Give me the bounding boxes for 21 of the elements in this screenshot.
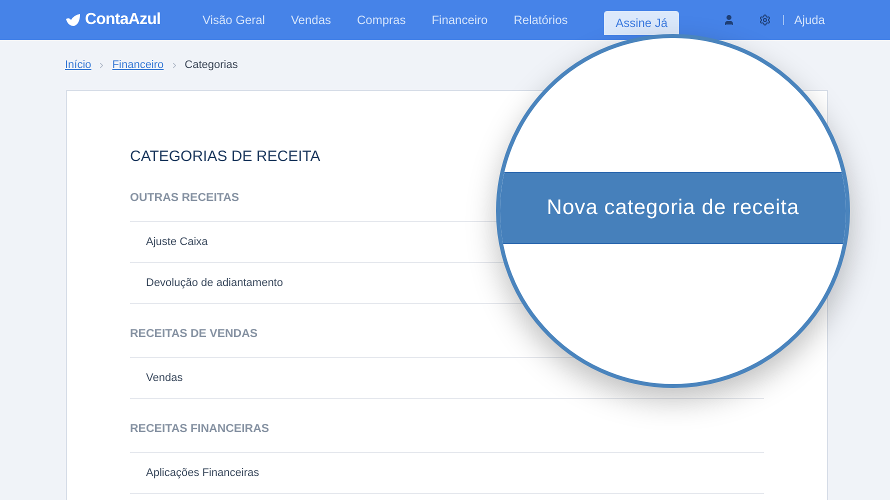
category-name[interactable]: Aplicações Financeiras: [146, 464, 260, 482]
breadcrumb-link[interactable]: Financeiro: [112, 56, 164, 74]
help-link[interactable]: Ajuda: [794, 11, 825, 29]
nav-link[interactable]: Relatórios: [514, 11, 568, 29]
breadcrumb-current: Categorias: [184, 58, 238, 73]
nav-link[interactable]: Compras: [357, 11, 406, 29]
category-name[interactable]: Vendas: [146, 370, 183, 386]
category-name[interactable]: Devolução de adiantamento: [146, 274, 283, 292]
nav-link[interactable]: Financeiro: [432, 11, 488, 29]
nav-link[interactable]: Visão Geral: [202, 11, 265, 29]
nav-link[interactable]: Vendas: [290, 11, 332, 29]
user-icon[interactable]: [723, 14, 736, 26]
category-name[interactable]: Ajuste Caixa: [146, 234, 208, 250]
settings-icon[interactable]: [759, 14, 772, 26]
brand-name[interactable]: ContaAzul: [85, 8, 161, 32]
new-category-button[interactable]: Nova categoria de receita: [500, 172, 846, 244]
page-title: CATEGORIAS DE RECEITA: [130, 147, 322, 167]
subscribe-button[interactable]: Assine Já: [604, 11, 680, 35]
breadcrumb-link[interactable]: Início: [65, 56, 92, 74]
group-heading: RECEITAS FINANCEIRAS: [130, 409, 764, 453]
leaf-logo-icon: [65, 13, 81, 27]
